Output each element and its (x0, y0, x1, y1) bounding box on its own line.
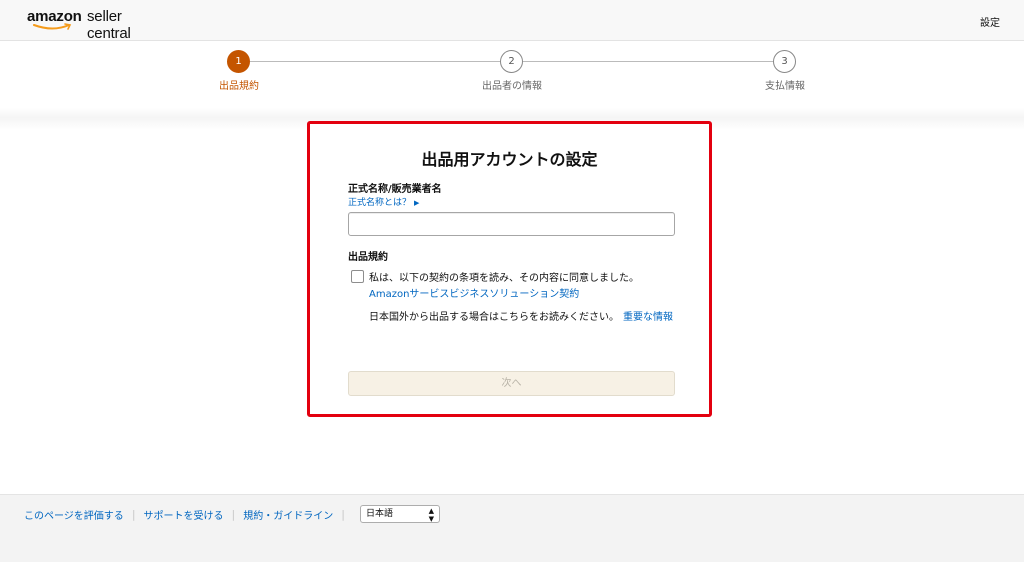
footer-separator: | (341, 508, 345, 521)
page-footer: このページを評価する | サポートを受ける | 規約・ガイドライン | 日本語 … (0, 494, 1024, 562)
footer-separator: | (231, 508, 236, 521)
step-connector (250, 61, 500, 62)
step-3-label: 支払情報 (765, 81, 805, 92)
step-1-circle: 1 (227, 50, 250, 73)
step-2-label: 出品者の情報 (482, 81, 542, 92)
agree-checkbox-label[interactable]: 私は、以下の契約の条項を読み、その内容に同意しました。 (369, 269, 639, 284)
page-title: 出品用アカウントの設定 (421, 150, 598, 169)
step-connector (523, 61, 773, 62)
legal-name-help-link[interactable]: 正式名称とは？ ▶ (348, 195, 419, 208)
legal-name-help-text: 正式名称とは？ (348, 198, 412, 208)
next-button[interactable]: 次へ (348, 371, 675, 396)
get-support-link[interactable]: サポートを受ける (144, 507, 224, 522)
footer-separator: | (131, 508, 136, 521)
amazon-smile-icon (33, 23, 72, 30)
amazon-seller-central-logo[interactable]: amazon seller central (27, 8, 167, 42)
business-solutions-agreement-link[interactable]: Amazonサービスビジネスソリューション契約 (369, 285, 579, 300)
language-select-value: 日本語 (366, 509, 394, 519)
international-seller-notice: 日本国外から出品する場合はこちらをお読みください。 重要な情報 (369, 310, 679, 326)
agree-checkbox[interactable] (351, 270, 364, 283)
terms-section-label: 出品規約 (348, 252, 388, 263)
top-header: amazon seller central 設定 (0, 0, 1024, 42)
language-select[interactable]: 日本語 ▲ ▼ (360, 505, 440, 523)
caret-right-icon: ▶ (414, 199, 420, 207)
step-1-label: 出品規約 (219, 81, 259, 92)
select-arrows-icon: ▲ ▼ (428, 507, 434, 523)
settings-link[interactable]: 設定 (980, 14, 1000, 29)
legal-name-label: 正式名称/販売業者名 (348, 184, 442, 195)
account-setup-card: 出品用アカウントの設定 正式名称/販売業者名 正式名称とは？ ▶ 出品規約 私は、… (307, 121, 712, 417)
step-3-circle: 3 (773, 50, 796, 73)
progress-steps: 1 出品規約 2 出品者の情報 3 支払情報 (0, 41, 1024, 111)
logo-product-text: seller central (87, 8, 131, 42)
important-info-link[interactable]: 重要な情報 (623, 312, 673, 323)
footer-links: このページを評価する | サポートを受ける | 規約・ガイドライン | (24, 507, 353, 522)
legal-name-input[interactable] (348, 212, 675, 236)
rate-page-link[interactable]: このページを評価する (24, 507, 124, 522)
policies-guidelines-link[interactable]: 規約・ガイドライン (243, 507, 333, 522)
step-2-circle: 2 (500, 50, 523, 73)
notice-text: 日本国外から出品する場合はこちらをお読みください。 (369, 312, 619, 323)
